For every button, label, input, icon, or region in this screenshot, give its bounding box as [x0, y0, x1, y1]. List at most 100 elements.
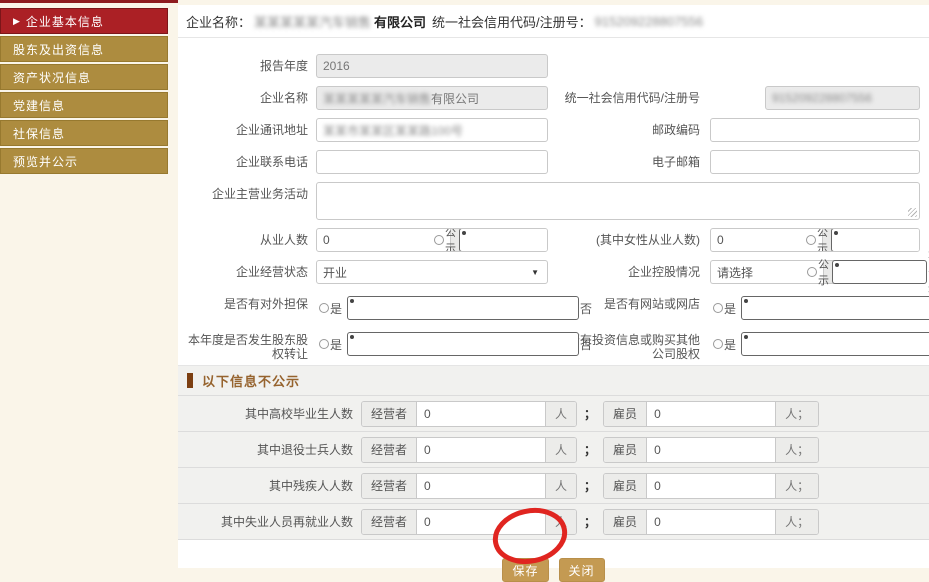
unit-end-tag: 人；: [775, 510, 818, 534]
address-input-redacted: 某某市某某区某某路100号: [323, 122, 463, 139]
website-no-radio[interactable]: [741, 296, 929, 320]
graduates-employee-input[interactable]: 0: [647, 402, 775, 426]
phone-label: 企业联系电话: [185, 150, 308, 174]
credit-code-label: 统一社会信用代码/注册号：: [432, 12, 592, 31]
disabled-persons-label: 其中残疾人人数: [185, 479, 353, 493]
sidebar-item-label: 资产状况信息: [13, 69, 91, 86]
report-year-input: 2016: [316, 54, 548, 78]
business-activity-textarea[interactable]: [316, 182, 920, 220]
employee-tag: 雇员: [604, 510, 647, 534]
public-option-label[interactable]: 公示: [818, 256, 829, 288]
postcode-input[interactable]: [710, 118, 920, 142]
postcode-label: 邮政编码: [552, 118, 700, 142]
close-button[interactable]: 关闭: [559, 558, 605, 582]
transfer-yes-radio[interactable]: [319, 339, 329, 349]
report-year-label: 报告年度: [185, 54, 308, 78]
veterans-row: 其中退役士兵人数 经营者 0 人 ； 雇员 0 人；: [178, 432, 929, 468]
group-separator: ；: [584, 477, 596, 494]
veterans-employee-input[interactable]: 0: [647, 438, 775, 462]
holding-private-radio[interactable]: [832, 260, 927, 284]
female-employees-publicity-radios: 公示 不公示: [822, 229, 919, 251]
group-separator: ；: [584, 513, 596, 530]
sidebar-item-basic-info[interactable]: ▶ 企业基本信息: [0, 8, 168, 34]
transfer-no-radio[interactable]: [347, 332, 579, 356]
holding-public-radio[interactable]: [807, 267, 817, 277]
footer-actions: 保存 关闭: [178, 558, 929, 582]
sidebar-item-party-building[interactable]: 党建信息: [0, 92, 168, 118]
guarantee-no-radio[interactable]: [347, 296, 579, 320]
sidebar-item-social-security[interactable]: 社保信息: [0, 120, 168, 146]
yes-option-label[interactable]: 是: [724, 300, 736, 317]
guarantee-yes-radio[interactable]: [319, 303, 329, 313]
employees-private-radio[interactable]: [459, 228, 548, 252]
company-name-input-suffix: 有限公司: [431, 90, 479, 107]
phone-input[interactable]: [316, 150, 548, 174]
sidebar-item-label: 党建信息: [13, 97, 65, 114]
employees-input[interactable]: 0: [317, 229, 450, 251]
female-private-radio[interactable]: [831, 228, 920, 252]
sidebar-item-preview-publish[interactable]: 预览并公示: [0, 148, 168, 174]
public-option-label[interactable]: 公示: [817, 228, 828, 252]
sidebar-item-shareholders[interactable]: 股东及出资信息: [0, 36, 168, 62]
equity-transfer-radios: 是 否: [316, 328, 548, 356]
group-separator: ；: [584, 405, 596, 422]
employees-label: 从业人数: [185, 228, 308, 252]
guarantee-label: 是否有对外担保: [185, 292, 308, 320]
sidebar-item-label: 企业基本信息: [26, 13, 104, 30]
non-public-section-header: 以下信息不公示: [178, 366, 929, 396]
email-label: 电子邮箱: [552, 150, 700, 174]
graduates-operator-input[interactable]: 0: [417, 402, 545, 426]
female-public-radio[interactable]: [806, 235, 816, 245]
female-employees-label: (其中女性从业人数): [552, 228, 700, 252]
address-input[interactable]: 某某市某某区某某路100号: [316, 118, 548, 142]
non-public-section-title: 以下信息不公示: [202, 371, 300, 390]
unit-tag: 人: [545, 474, 576, 498]
company-name-input: 某某某某某汽车销售 有限公司: [316, 86, 548, 110]
save-button[interactable]: 保存: [502, 558, 548, 582]
operating-status-label: 企业经营状态: [185, 260, 308, 284]
sidebar-item-label: 股东及出资信息: [13, 41, 104, 58]
unit-tag: 人: [545, 438, 576, 462]
investment-yes-radio[interactable]: [713, 339, 723, 349]
yes-option-label[interactable]: 是: [330, 336, 342, 353]
operator-tag: 经营者: [362, 402, 417, 426]
public-option-label[interactable]: 公示: [445, 228, 456, 252]
unit-tag: 人: [545, 510, 576, 534]
top-accent-line: [0, 0, 178, 3]
operator-tag: 经营者: [362, 438, 417, 462]
reemployment-row: 其中失业人员再就业人数 经营者 0 人 ； 雇员 0 人；: [178, 504, 929, 540]
yes-option-label[interactable]: 是: [330, 300, 342, 317]
employees-publicity-radios: 公示 不公示: [450, 229, 547, 251]
employees-public-radio[interactable]: [434, 235, 444, 245]
employee-tag: 雇员: [604, 474, 647, 498]
investment-no-radio[interactable]: [741, 332, 929, 356]
sidebar-item-assets[interactable]: 资产状况信息: [0, 64, 168, 90]
reemployment-operator-input[interactable]: 0: [417, 510, 545, 534]
reemployment-label: 其中失业人员再就业人数: [185, 515, 353, 529]
unit-end-tag: 人；: [775, 402, 818, 426]
holding-value: 请选择: [717, 264, 753, 281]
company-name-label: 企业名称：: [186, 12, 251, 31]
sidebar-item-label: 社保信息: [13, 125, 65, 142]
disabled-operator-input[interactable]: 0: [417, 474, 545, 498]
operating-status-select[interactable]: 开业 ▼: [316, 260, 548, 284]
veterans-operator-input[interactable]: 0: [417, 438, 545, 462]
business-activity-label: 企业主营业务活动: [185, 182, 308, 220]
unit-end-tag: 人；: [775, 438, 818, 462]
main-content: 企业名称： 某某某某某汽车销售 有限公司 统一社会信用代码/注册号： 91520…: [178, 5, 929, 568]
credit-code-input-redacted: 915209228807556: [772, 91, 872, 105]
disabled-employee-input[interactable]: 0: [647, 474, 775, 498]
website-yes-radio[interactable]: [713, 303, 723, 313]
email-input[interactable]: [710, 150, 920, 174]
graduates-row: 其中高校毕业生人数 经营者 0 人 ； 雇员 0 人；: [178, 396, 929, 432]
company-name-input-redacted: 某某某某某汽车销售: [323, 90, 431, 107]
reemployment-employee-input[interactable]: 0: [647, 510, 775, 534]
holding-label: 企业控股情况: [552, 260, 700, 284]
credit-code-field-label: 统一社会信用代码/注册号: [552, 86, 700, 110]
veterans-label: 其中退役士兵人数: [185, 443, 353, 457]
unit-tag: 人: [545, 402, 576, 426]
yes-option-label[interactable]: 是: [724, 336, 736, 353]
unit-end-tag: 人；: [775, 474, 818, 498]
credit-code-redacted: 915209228807556: [595, 14, 703, 29]
sidebar-nav: ▶ 企业基本信息 股东及出资信息 资产状况信息 党建信息 社保信息 预览并公示: [0, 8, 168, 176]
